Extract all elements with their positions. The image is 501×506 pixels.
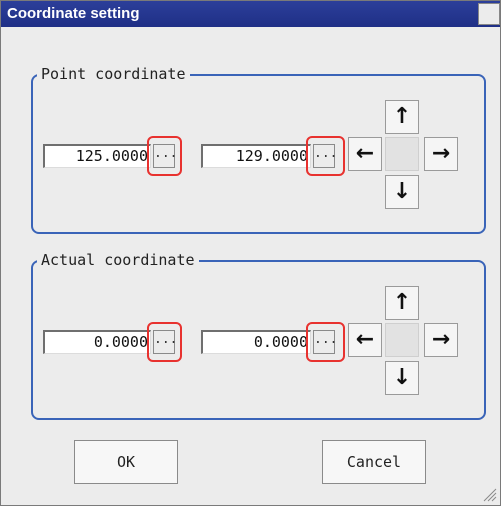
point-left-arrow-button[interactable]: ← (348, 137, 382, 171)
actual-up-arrow-button[interactable]: ↑ (385, 286, 419, 320)
point-x-edit-button[interactable]: ... (153, 144, 177, 168)
dialog-title: Coordinate setting (1, 1, 500, 27)
point-down-arrow-button[interactable]: ↓ (385, 175, 419, 209)
actual-x-edit-button[interactable]: ... (153, 330, 177, 354)
actual-y-edit-button[interactable]: ... (313, 330, 337, 354)
actual-y-input[interactable]: 0.0000 (201, 330, 311, 354)
coordinate-setting-dialog: Coordinate setting Point coordinate 125.… (0, 0, 501, 506)
point-right-arrow-button[interactable]: → (424, 137, 458, 171)
point-up-arrow-button[interactable]: ↑ (385, 100, 419, 134)
point-x-input[interactable]: 125.0000 (43, 144, 151, 168)
point-coordinate-label: Point coordinate (37, 65, 190, 83)
resize-grip-icon[interactable] (481, 486, 497, 502)
actual-coordinate-label: Actual coordinate (37, 251, 199, 269)
actual-right-arrow-button[interactable]: → (424, 323, 458, 357)
actual-down-arrow-button[interactable]: ↓ (385, 361, 419, 395)
actual-left-arrow-button[interactable]: ← (348, 323, 382, 357)
point-pad-center (385, 137, 419, 171)
close-button[interactable] (478, 3, 500, 25)
cancel-button[interactable]: Cancel (322, 440, 426, 484)
point-y-edit-button[interactable]: ... (313, 144, 337, 168)
actual-pad-center (385, 323, 419, 357)
actual-x-input[interactable]: 0.0000 (43, 330, 151, 354)
point-y-input[interactable]: 129.0000 (201, 144, 311, 168)
ok-button[interactable]: OK (74, 440, 178, 484)
